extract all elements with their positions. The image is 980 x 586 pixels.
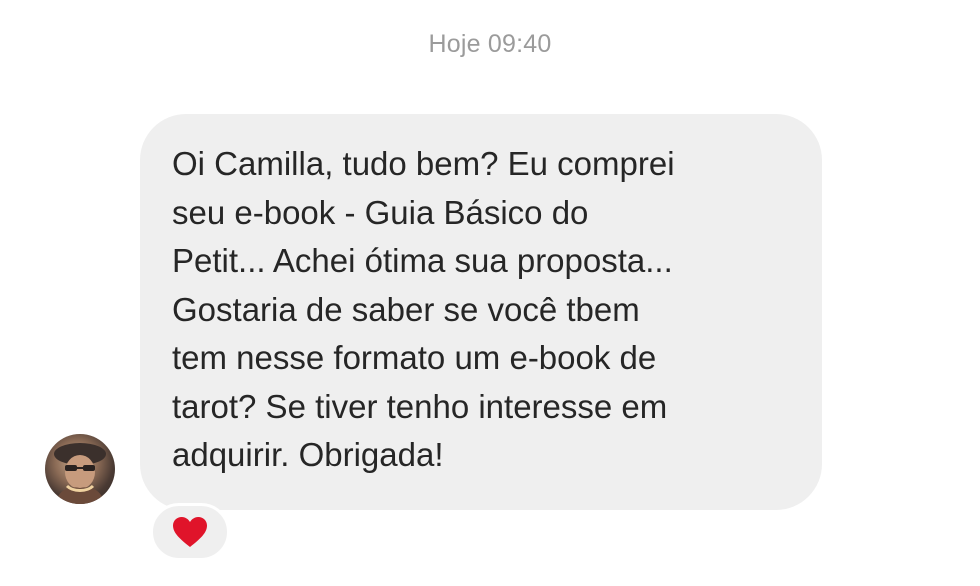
message-timestamp: Hoje 09:40 (428, 30, 552, 58)
message-bubble[interactable]: Oi Camilla, tudo bem? Eu comprei seu e-b… (140, 114, 822, 510)
avatar[interactable] (45, 434, 115, 504)
message-reaction[interactable] (150, 503, 230, 561)
message-text: Oi Camilla, tudo bem? Eu comprei seu e-b… (172, 145, 675, 473)
avatar-image (54, 443, 106, 504)
heart-icon (173, 517, 207, 547)
